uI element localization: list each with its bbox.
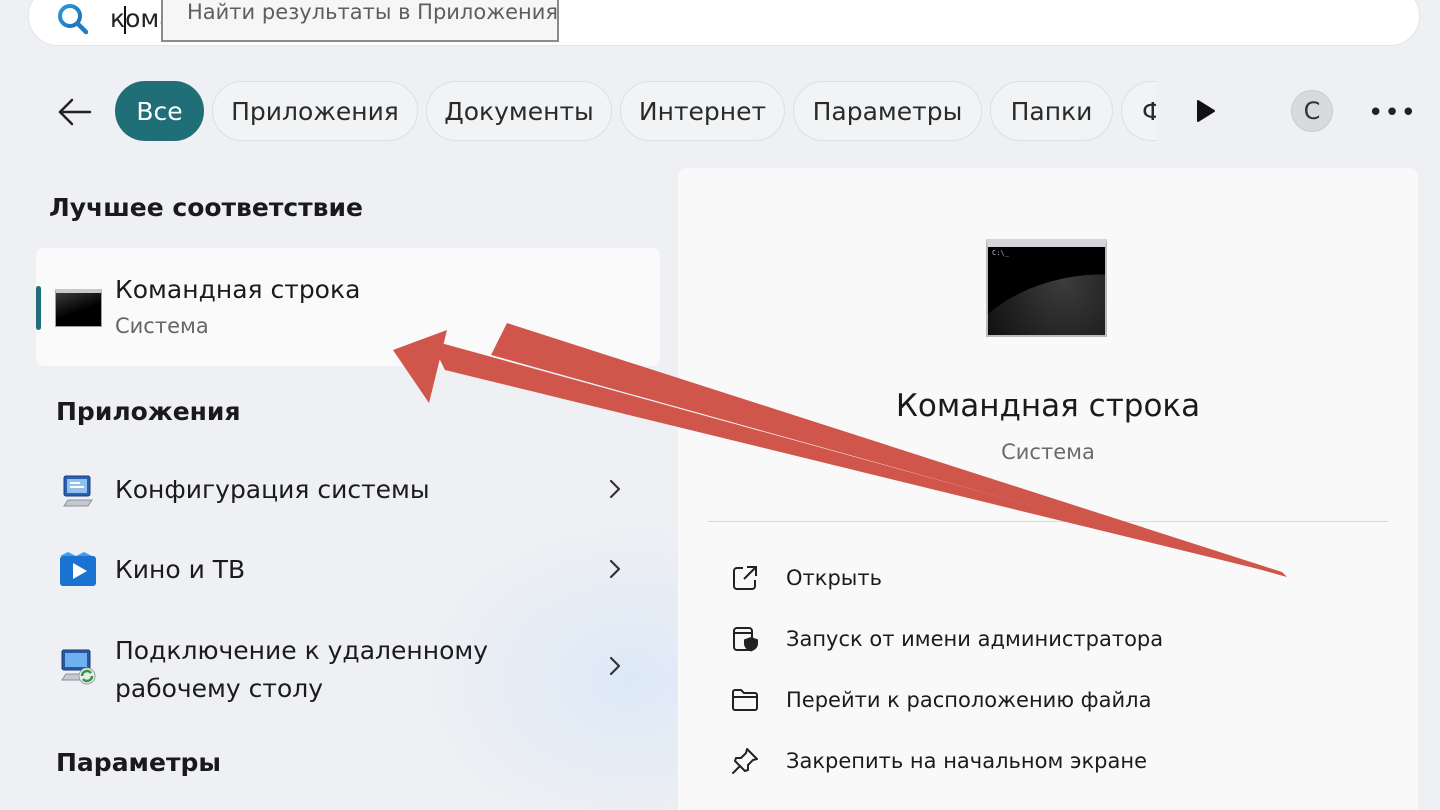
filter-chip-all[interactable]: Все <box>115 81 204 141</box>
more-options-icon[interactable]: ••• <box>1368 98 1416 128</box>
app-item-movies-tv[interactable]: Кино и ТВ <box>115 555 245 584</box>
search-icon <box>58 4 89 35</box>
scroll-right-icon[interactable] <box>1196 100 1216 122</box>
action-open-file-location[interactable]: Перейти к расположению файла <box>730 682 1151 718</box>
command-prompt-large-icon: C:\_ <box>986 239 1107 337</box>
filter-chip-folders[interactable]: Папки <box>990 81 1113 141</box>
action-pin-to-start-label: Закрепить на начальном экране <box>786 749 1148 773</box>
filter-chip-documents[interactable]: Документы <box>426 81 612 141</box>
action-run-as-admin[interactable]: Запуск от имени администратора <box>730 621 1163 657</box>
back-arrow-icon[interactable] <box>54 92 94 132</box>
open-external-icon <box>733 566 757 590</box>
action-run-as-admin-label: Запуск от имени администратора <box>786 627 1164 651</box>
search-input[interactable]: команд <box>110 4 162 33</box>
system-config-icon <box>63 475 93 507</box>
filter-chip-internet[interactable]: Интернет <box>620 81 785 141</box>
shield-admin-icon <box>733 627 758 652</box>
detail-divider <box>708 521 1388 522</box>
chevron-right-icon[interactable] <box>608 558 622 580</box>
user-avatar[interactable]: С <box>1291 90 1333 132</box>
movies-tv-icon <box>60 552 96 586</box>
detail-subtitle: Система <box>1001 440 1095 464</box>
filter-chip-settings[interactable]: Параметры <box>793 81 982 141</box>
search-tooltip: Найти результаты в Приложения <box>161 0 559 42</box>
action-open-label: Открыть <box>786 566 882 590</box>
text-caret <box>124 6 126 34</box>
filter-chip-apps[interactable]: Приложения <box>212 81 418 141</box>
chevron-right-icon[interactable] <box>608 655 622 677</box>
app-item-remote-desktop-line2[interactable]: рабочему столу <box>115 674 323 703</box>
best-match-card[interactable] <box>36 248 660 366</box>
pin-icon <box>732 748 758 774</box>
selection-indicator <box>36 286 41 330</box>
action-pin-to-start[interactable]: Закрепить на начальном экране <box>730 743 1147 779</box>
app-item-remote-desktop-line1[interactable]: Подключение к удаленному <box>115 636 488 665</box>
app-item-system-config[interactable]: Конфигурация системы <box>115 475 430 504</box>
best-match-title: Командная строка <box>115 275 361 304</box>
action-open-file-location-label: Перейти к расположению файла <box>786 688 1152 712</box>
prompt-text: C:\_ <box>992 249 1009 257</box>
best-match-subtitle: Система <box>115 314 209 338</box>
best-match-heading: Лучшее соответствие <box>49 193 363 222</box>
detail-title: Командная строка <box>895 388 1201 424</box>
remote-desktop-icon <box>61 649 96 685</box>
filter-chip-truncated[interactable]: Ф <box>1121 81 1156 141</box>
chevron-right-icon[interactable] <box>608 478 622 500</box>
apps-heading: Приложения <box>56 397 241 426</box>
folder-icon <box>732 689 758 711</box>
action-open[interactable]: Открыть <box>730 560 882 596</box>
settings-heading: Параметры <box>56 748 221 777</box>
command-prompt-icon <box>55 289 102 327</box>
